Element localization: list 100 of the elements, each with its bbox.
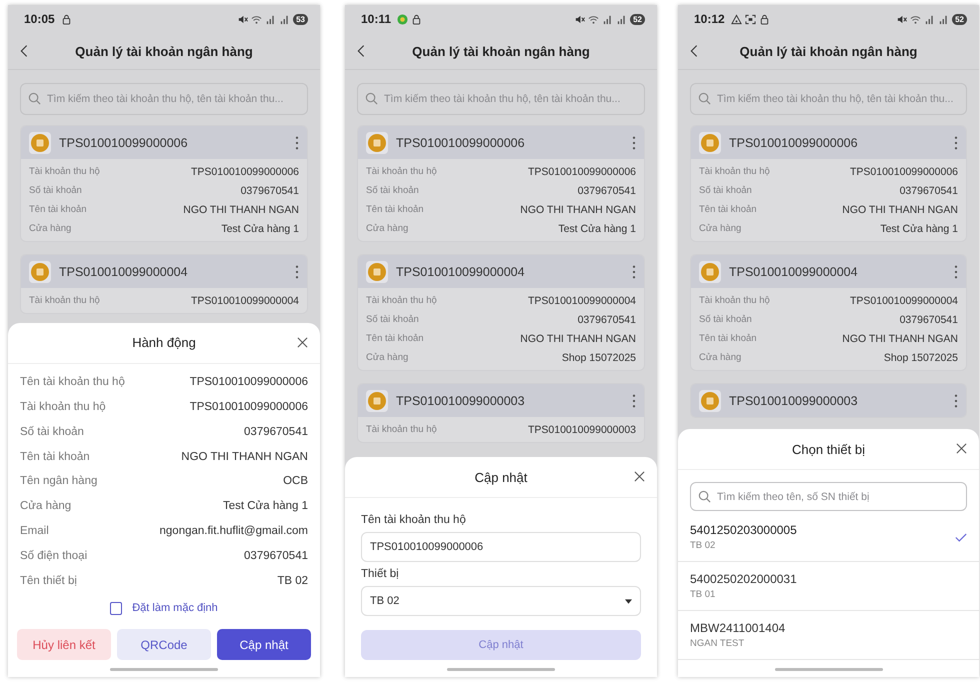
field-value: Test Cửa hàng 1 bbox=[880, 222, 958, 234]
more-icon[interactable] bbox=[632, 136, 636, 150]
detail-label: Số tài khoản bbox=[20, 426, 84, 438]
battery-level: 52 bbox=[952, 14, 967, 24]
detail-value: TPS010010099000006 bbox=[190, 401, 308, 414]
account-card[interactable]: TPS010010099000003 Tài khoản thu hộ TPS010010099000003 bbox=[357, 383, 645, 443]
device-serial: MBW2411001404 bbox=[690, 621, 786, 635]
field-value: 0379670541 bbox=[900, 314, 958, 326]
field-label: Tài khoản thu hộ bbox=[29, 295, 100, 306]
field-label: Số tài khoản bbox=[699, 185, 752, 196]
search-field[interactable]: Tìm kiếm theo tài khoản thu hộ, tên tài khoản thu... bbox=[690, 83, 967, 115]
lock-icon bbox=[411, 14, 422, 24]
field-value: TPS010010099000006 bbox=[190, 166, 299, 178]
account-card[interactable]: TPS010010099000004 Tài khoản thu hộ TPS010010099000004 bbox=[20, 254, 308, 314]
signal-icon bbox=[924, 14, 936, 24]
close-icon[interactable] bbox=[297, 336, 308, 348]
field-caption: Thiết bị bbox=[361, 568, 400, 580]
search-icon bbox=[28, 92, 41, 105]
field-value: NGO THI THANH NGAN bbox=[842, 332, 958, 344]
account-card[interactable]: TPS010010099000004 Tài khoản thu hộ TPS010010099000004 Số tài khoản 0379670541 Tên tài khoản NGO THI THANH NGAN Cửa hàng Shop 15072025 bbox=[357, 254, 645, 371]
account-card[interactable]: TPS010010099000006 Tài khoản thu hộ TPS010010099000006 Số tài khoản 0379670541 Tên tài khoản NGO THI THANH NGAN Cửa hàng Test Cửa hàng 1 bbox=[20, 125, 308, 242]
update-button[interactable]: Cập nhật bbox=[217, 629, 311, 660]
status-time: 10:11 bbox=[361, 12, 392, 26]
more-icon[interactable] bbox=[632, 394, 636, 408]
field-label: Tên tài khoản bbox=[29, 204, 87, 215]
battery-level: 52 bbox=[630, 14, 645, 24]
account-card[interactable]: TPS010010099000004 Tài khoản thu hộ TPS010010099000004 Số tài khoản 0379670541 Tên tài khoản NGO THI THANH NGAN Cửa hàng Shop 15072025 bbox=[690, 254, 967, 371]
field-label: Tài khoản thu hộ bbox=[29, 166, 100, 177]
device-name: TB 02 bbox=[690, 540, 716, 551]
search-field[interactable]: Tìm kiếm theo tài khoản thu hộ, tên tài khoản thu... bbox=[20, 83, 308, 115]
field-value: 0379670541 bbox=[578, 314, 636, 326]
field-label: Tên tài khoản bbox=[699, 204, 757, 215]
field-value: TPS010010099000003 bbox=[528, 424, 636, 436]
detail-label: Tên ngân hàng bbox=[20, 475, 98, 488]
checkbox[interactable] bbox=[110, 602, 122, 614]
more-icon[interactable] bbox=[954, 264, 958, 278]
field-label: Tài khoản thu hộ bbox=[366, 295, 437, 306]
field-value: NGO THI THANH NGAN bbox=[520, 204, 636, 216]
detail-label: Email bbox=[20, 525, 49, 537]
more-icon[interactable] bbox=[295, 264, 299, 278]
field-value: 0379670541 bbox=[900, 184, 958, 196]
search-field[interactable]: Tìm kiếm theo tài khoản thu hộ, tên tài khoản thu... bbox=[357, 83, 645, 115]
device-option[interactable]: 5401250203000005 TB 02 bbox=[678, 513, 979, 562]
qrcode-button[interactable]: QRCode bbox=[117, 629, 211, 660]
field-label: Tên tài khoản bbox=[366, 333, 424, 344]
more-icon[interactable] bbox=[954, 394, 958, 408]
warning-icon bbox=[730, 14, 742, 24]
detail-label: Tên thiết bị bbox=[20, 574, 77, 587]
lock-icon bbox=[60, 14, 72, 24]
back-icon[interactable] bbox=[357, 44, 365, 58]
input-field[interactable]: TPS010010099000006 bbox=[361, 532, 641, 562]
wifi-icon bbox=[588, 14, 600, 24]
account-card[interactable]: TPS010010099000006 Tài khoản thu hộ TPS010010099000006 Số tài khoản 0379670541 Tên tài khoản NGO THI THANH NGAN Cửa hàng Test Cửa hàng 1 bbox=[357, 125, 645, 242]
account-name: TPS010010099000006 bbox=[59, 136, 189, 150]
account-name: TPS010010099000003 bbox=[729, 394, 859, 408]
back-icon[interactable] bbox=[20, 44, 28, 58]
checkbox-label[interactable]: Đặt làm mặc định bbox=[132, 602, 218, 614]
signal-icon bbox=[265, 14, 276, 24]
field-value: Test Cửa hàng 1 bbox=[221, 222, 299, 234]
field-value: 0379670541 bbox=[240, 184, 299, 196]
field-label: Cửa hàng bbox=[699, 223, 742, 234]
more-icon[interactable] bbox=[295, 136, 299, 150]
detail-value: TB 02 bbox=[277, 574, 308, 587]
field-value: 0379670541 bbox=[578, 184, 636, 196]
field-value: NGO THI THANH NGAN bbox=[842, 204, 958, 216]
field-value: Test Cửa hàng 1 bbox=[558, 222, 636, 234]
account-name: TPS010010099000006 bbox=[396, 136, 526, 150]
more-icon[interactable] bbox=[632, 264, 636, 278]
field-value: TPS010010099000004 bbox=[528, 294, 636, 306]
detail-value: ngongan.fit.huflit@gmail.com bbox=[160, 525, 308, 537]
signal-icon bbox=[279, 14, 290, 24]
check-icon bbox=[955, 532, 967, 542]
search-field[interactable]: Tìm kiếm theo tên, số SN thiết bị bbox=[690, 482, 967, 511]
field-label: Cửa hàng bbox=[29, 223, 72, 234]
field-value: TPS010010099000004 bbox=[190, 294, 299, 306]
field-label: Tên tài khoản bbox=[699, 333, 757, 344]
account-card[interactable]: TPS010010099000006 Tài khoản thu hộ TPS010010099000006 Số tài khoản 0379670541 Tên tài khoản NGO THI THANH NGAN Cửa hàng Test Cửa hàng 1 bbox=[690, 125, 967, 242]
field-label: Cửa hàng bbox=[366, 223, 408, 234]
select-field[interactable]: TB 02 bbox=[361, 586, 641, 616]
detail-label: Cửa hàng bbox=[20, 500, 72, 512]
detail-value: OCB bbox=[283, 475, 308, 488]
field-value: NGO THI THANH NGAN bbox=[183, 204, 299, 216]
search-icon bbox=[698, 490, 711, 503]
page-title: Quản lý tài khoản ngân hàng bbox=[74, 44, 254, 58]
mute-icon bbox=[237, 14, 248, 24]
account-card[interactable]: TPS010010099000003 bbox=[690, 383, 967, 418]
more-icon[interactable] bbox=[954, 136, 958, 150]
field-label: Số tài khoản bbox=[366, 314, 419, 325]
field-value: TPS010010099000006 bbox=[528, 166, 636, 178]
back-icon[interactable] bbox=[690, 44, 698, 58]
close-icon[interactable] bbox=[956, 443, 967, 454]
close-icon[interactable] bbox=[634, 471, 645, 482]
coin-icon bbox=[29, 132, 51, 154]
device-option[interactable]: 5400250202000031 TB 01 bbox=[678, 562, 979, 611]
device-option[interactable]: MBW2411001404 NGAN TEST bbox=[678, 611, 979, 660]
field-label: Số tài khoản bbox=[699, 314, 752, 325]
field-value: Shop 15072025 bbox=[884, 352, 958, 364]
signal-icon bbox=[602, 14, 614, 24]
field-caption: Tên tài khoản thu hộ bbox=[361, 514, 467, 526]
page-title: Quản lý tài khoản ngân hàng bbox=[411, 44, 591, 58]
